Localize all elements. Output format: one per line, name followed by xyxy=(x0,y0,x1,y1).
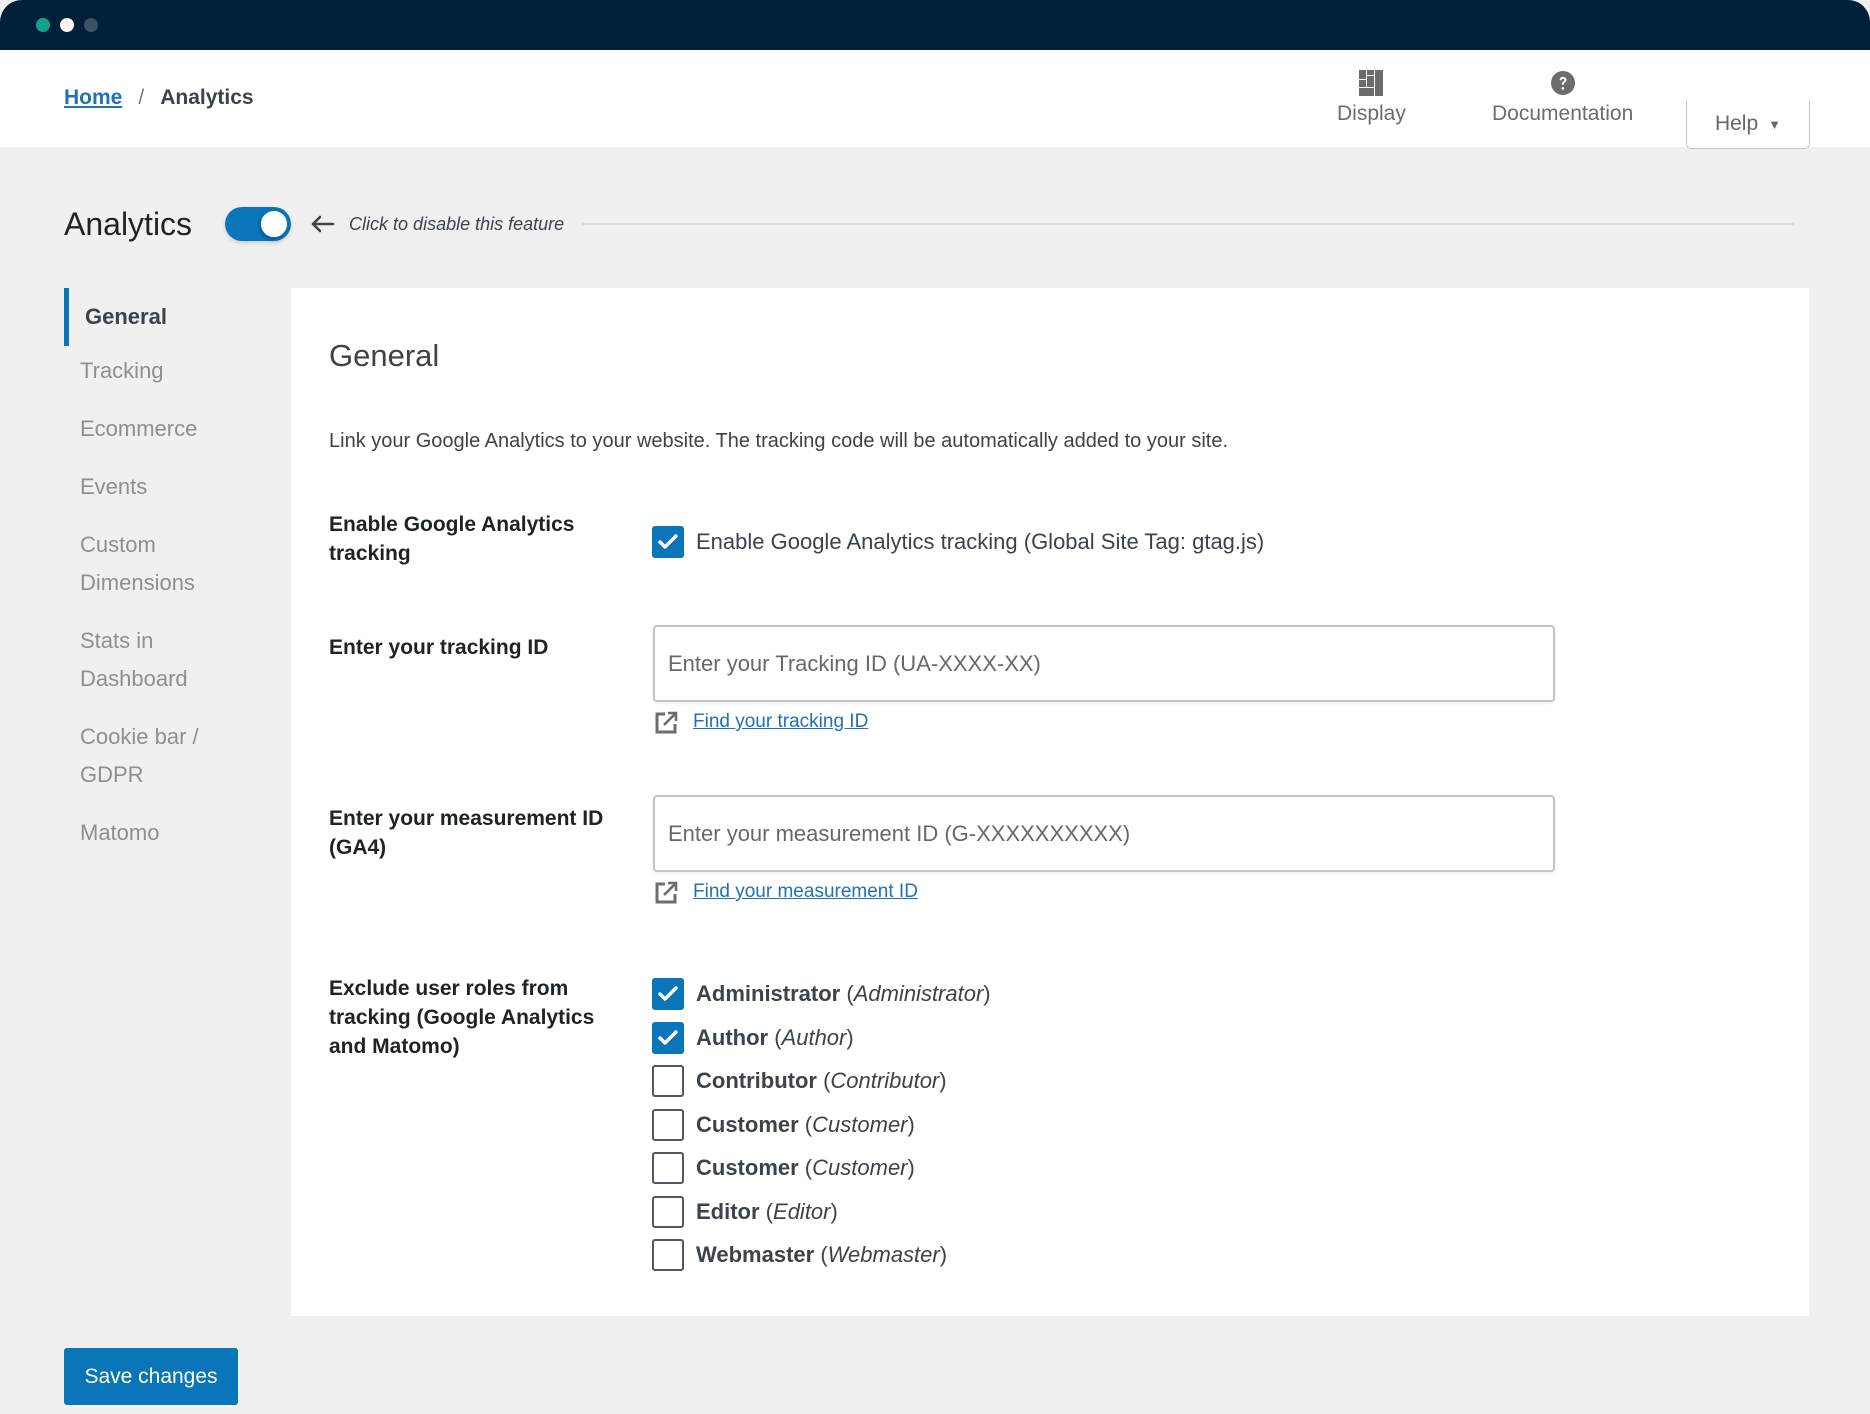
feature-toggle-switch[interactable] xyxy=(225,207,292,241)
role-checkbox[interactable] xyxy=(652,1065,684,1097)
caret-down-icon: ▼ xyxy=(1768,116,1782,132)
breadcrumb: Home / Analytics xyxy=(64,86,254,110)
enable-ga-checkbox-row[interactable]: Enable Google Analytics tracking (Global… xyxy=(652,526,1264,558)
sidebar-item-custom-dimensions[interactable]: Custom Dimensions xyxy=(64,526,214,602)
sidebar-item-events[interactable]: Events xyxy=(64,468,284,506)
window-dot-green[interactable] xyxy=(36,18,50,32)
role-label: Webmaster (Webmaster) xyxy=(696,1242,948,1267)
feature-title: Analytics xyxy=(64,205,193,242)
help-label: Help xyxy=(1714,112,1759,135)
settings-panel: General Link your Google Analytics to yo… xyxy=(291,288,1809,1316)
panel-description: Link your Google Analytics to your websi… xyxy=(329,430,1228,452)
sidebar-item-general[interactable]: General xyxy=(64,288,284,346)
find-tracking-id-link[interactable]: Find your tracking ID xyxy=(693,711,868,733)
checkmark-icon xyxy=(658,986,678,1001)
enable-ga-checkbox-label: Enable Google Analytics tracking (Global… xyxy=(696,529,1265,554)
role-label: Contributor (Contributor) xyxy=(696,1068,947,1093)
role-option-customer[interactable]: Customer (Customer) xyxy=(652,1105,991,1145)
role-option-customer[interactable]: Customer (Customer) xyxy=(652,1148,991,1188)
display-label: Display xyxy=(1337,102,1406,125)
role-checkbox[interactable] xyxy=(652,1239,684,1271)
exclude-roles-list: Administrator (Administrator) Author (Au… xyxy=(652,974,991,1279)
help-dropdown-button[interactable]: Help ▼ xyxy=(1686,100,1810,149)
enable-ga-checkbox[interactable] xyxy=(652,526,684,558)
enable-ga-label: Enable Google Analytics tracking xyxy=(329,513,575,565)
find-tracking-id-link-row: Find your tracking ID xyxy=(655,710,868,734)
role-checkbox[interactable] xyxy=(652,1195,684,1228)
role-checkbox[interactable] xyxy=(652,1152,684,1184)
role-checkbox[interactable] xyxy=(652,978,684,1010)
window-dot-white[interactable] xyxy=(60,18,74,32)
sidebar-item-cookie-bar-gdpr[interactable]: Cookie bar / GDPR xyxy=(64,718,214,794)
breadcrumb-separator: / xyxy=(138,86,145,109)
role-option-webmaster[interactable]: Webmaster (Webmaster) xyxy=(652,1235,991,1275)
role-label: Customer (Customer) xyxy=(696,1111,915,1137)
sidebar-item-matomo[interactable]: Matomo xyxy=(64,814,284,852)
external-link-icon xyxy=(655,711,678,734)
tracking-id-label: Enter your tracking ID xyxy=(329,636,549,659)
role-option-author[interactable]: Author (Author) xyxy=(652,1018,991,1058)
role-option-administrator[interactable]: Administrator (Administrator) xyxy=(652,974,991,1014)
layout-grid-icon xyxy=(1359,68,1384,98)
find-measurement-id-link-row: Find your measurement ID xyxy=(655,880,918,904)
checkmark-icon xyxy=(658,534,678,549)
save-changes-button[interactable]: Save changes xyxy=(64,1348,238,1405)
top-header: Home / Analytics Display Documentation H… xyxy=(0,50,1870,149)
divider xyxy=(582,223,1794,225)
sidebar-item-ecommerce[interactable]: Ecommerce xyxy=(64,410,284,448)
feature-hint: Click to disable this feature xyxy=(349,213,565,234)
role-option-contributor[interactable]: Contributor (Contributor) xyxy=(652,1061,991,1101)
window-dot-gray[interactable] xyxy=(84,18,98,32)
tracking-id-input[interactable] xyxy=(653,625,1555,702)
arrow-left-icon xyxy=(311,215,335,233)
role-option-editor[interactable]: Editor (Editor) xyxy=(652,1192,991,1232)
display-link[interactable]: Display xyxy=(1337,68,1406,126)
role-checkbox[interactable] xyxy=(652,1108,684,1141)
feature-toggle-row: Analytics Click to disable this feature xyxy=(64,200,1794,248)
documentation-label: Documentation xyxy=(1492,102,1634,125)
breadcrumb-home-link[interactable]: Home xyxy=(64,86,122,110)
measurement-id-label: Enter your measurement ID (GA4) xyxy=(329,807,604,859)
toggle-knob xyxy=(260,210,289,238)
role-label: Editor (Editor) xyxy=(696,1198,838,1224)
documentation-link[interactable]: Documentation xyxy=(1492,68,1633,126)
exclude-roles-label: Exclude user roles from tracking (Google… xyxy=(329,977,595,1058)
find-measurement-id-link[interactable]: Find your measurement ID xyxy=(693,881,918,903)
sidebar-item-stats-in-dashboard[interactable]: Stats in Dashboard xyxy=(64,622,214,698)
measurement-id-input[interactable] xyxy=(653,795,1555,872)
panel-title: General xyxy=(329,338,440,373)
external-link-icon xyxy=(655,881,678,904)
checkmark-icon xyxy=(658,1029,678,1045)
role-label: Author (Author) xyxy=(696,1024,854,1050)
settings-sidebar: General Tracking Ecommerce Events Custom… xyxy=(64,288,284,872)
sidebar-item-tracking[interactable]: Tracking xyxy=(64,352,284,390)
role-label: Administrator (Administrator) xyxy=(696,981,991,1006)
breadcrumb-current: Analytics xyxy=(160,86,254,109)
window-titlebar xyxy=(0,0,1870,50)
role-checkbox[interactable] xyxy=(652,1021,684,1054)
role-label: Customer (Customer) xyxy=(696,1155,915,1180)
question-circle-icon xyxy=(1550,68,1575,98)
